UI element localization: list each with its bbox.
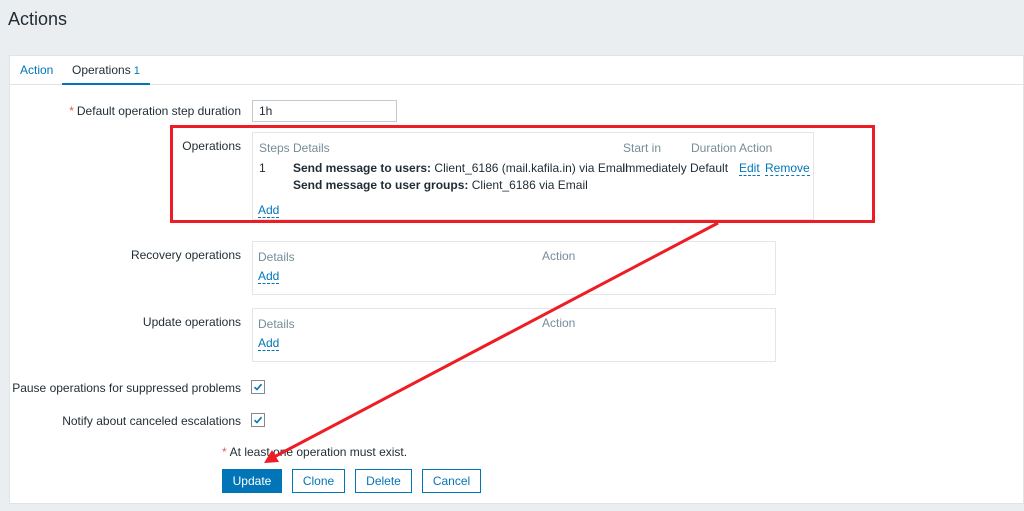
add-recovery-operation-link[interactable]: Add: [258, 270, 280, 284]
col-details: Details: [258, 317, 295, 331]
update-operations-table: Details Action Add: [252, 308, 776, 362]
delete-button[interactable]: Delete: [355, 469, 412, 493]
recovery-operations-table: Details Action Add: [252, 241, 776, 295]
col-action: Action: [542, 316, 576, 330]
notify-canceled-checkbox[interactable]: [251, 413, 265, 427]
pause-suppressed-checkbox[interactable]: [251, 380, 265, 394]
tab-operations-label: Operations: [72, 63, 131, 77]
notify-canceled-label: Notify about canceled escalations: [62, 414, 241, 428]
pause-suppressed-label: Pause operations for suppressed problems: [12, 381, 241, 395]
recovery-operations-label: Recovery operations: [130, 248, 241, 262]
annotation-highlight-box: [170, 125, 875, 223]
step-duration-input[interactable]: [252, 100, 397, 122]
clone-button[interactable]: Clone: [292, 469, 345, 493]
action-form-card: Action Operations 1 * Default operation st…: [9, 55, 1024, 504]
cancel-button[interactable]: Cancel: [422, 469, 481, 493]
add-update-operation-link[interactable]: Add: [258, 337, 280, 351]
tab-action[interactable]: Action: [10, 56, 63, 83]
checkmark-icon: [253, 383, 263, 391]
col-details: Details: [258, 250, 295, 264]
tab-bar: Action Operations 1: [10, 56, 1023, 85]
required-marker: *: [69, 104, 74, 118]
required-note: * At least one operation must exist.: [222, 445, 408, 459]
checkmark-icon: [253, 416, 263, 424]
page-title: Actions: [8, 9, 68, 29]
required-marker: *: [222, 445, 227, 459]
update-button[interactable]: Update: [222, 469, 282, 493]
tab-operations[interactable]: Operations 1: [62, 56, 150, 85]
update-operations-label: Update operations: [142, 315, 241, 329]
col-action: Action: [542, 249, 576, 263]
tab-operations-count: 1: [133, 65, 140, 77]
step-duration-label: * Default operation step duration: [69, 104, 241, 118]
